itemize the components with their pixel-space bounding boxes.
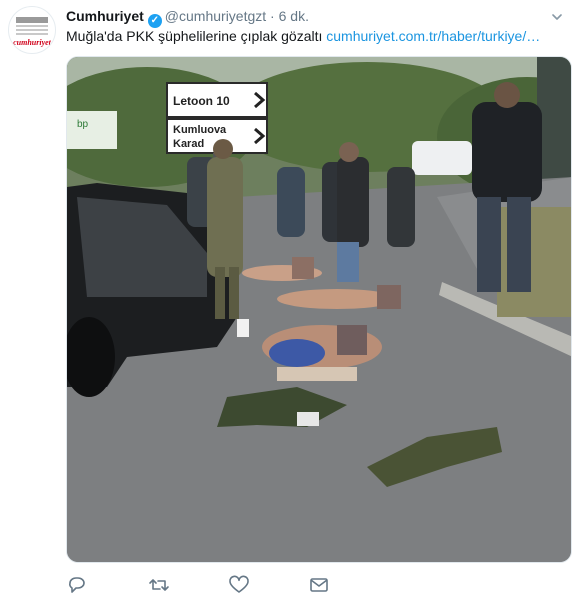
sign-top-text: Letoon 10 [173, 94, 230, 108]
tweet-text: Muğla'da PKK şüphelilerine çıplak gözalt… [66, 28, 540, 44]
reply-icon[interactable] [66, 574, 88, 596]
avatar-brand-text: cumhuriyet [13, 38, 51, 47]
timestamp[interactable]: 6 dk. [279, 8, 309, 24]
sign-left-text: bp [77, 119, 89, 130]
tweet-photo[interactable]: bp Letoon 10 Kumluova Karad [66, 56, 572, 563]
sign-bottom-text-1: Kumluova [173, 124, 227, 136]
chevron-down-icon[interactable] [552, 12, 562, 22]
envelope-icon[interactable] [308, 574, 330, 596]
separator-dot: · [270, 8, 275, 24]
heart-icon[interactable] [228, 574, 250, 596]
account-name[interactable]: Cumhuriyet [66, 8, 144, 24]
tweet-actions [66, 574, 366, 596]
avatar[interactable]: cumhuriyet [8, 6, 56, 54]
tweet-card[interactable]: cumhuriyet Cumhuriyet ✓ @cumhuriyetgzt · 6… [0, 0, 584, 604]
account-handle[interactable]: @cumhuriyetgzt [165, 8, 266, 24]
tweet-link[interactable]: cumhuriyet.com.tr/haber/turkiye/… [326, 28, 540, 44]
photo-scene: bp Letoon 10 Kumluova Karad [67, 57, 571, 562]
newspaper-logo-icon [16, 17, 48, 37]
tweet-body: Muğla'da PKK şüphelilerine çıplak gözalt… [66, 28, 323, 44]
verified-badge-icon: ✓ [147, 14, 162, 28]
retweet-icon[interactable] [148, 574, 170, 596]
sign-bottom-text-2: Karad [173, 138, 204, 150]
tweet-header: Cumhuriyet ✓ @cumhuriyetgzt · 6 dk. [66, 8, 309, 28]
